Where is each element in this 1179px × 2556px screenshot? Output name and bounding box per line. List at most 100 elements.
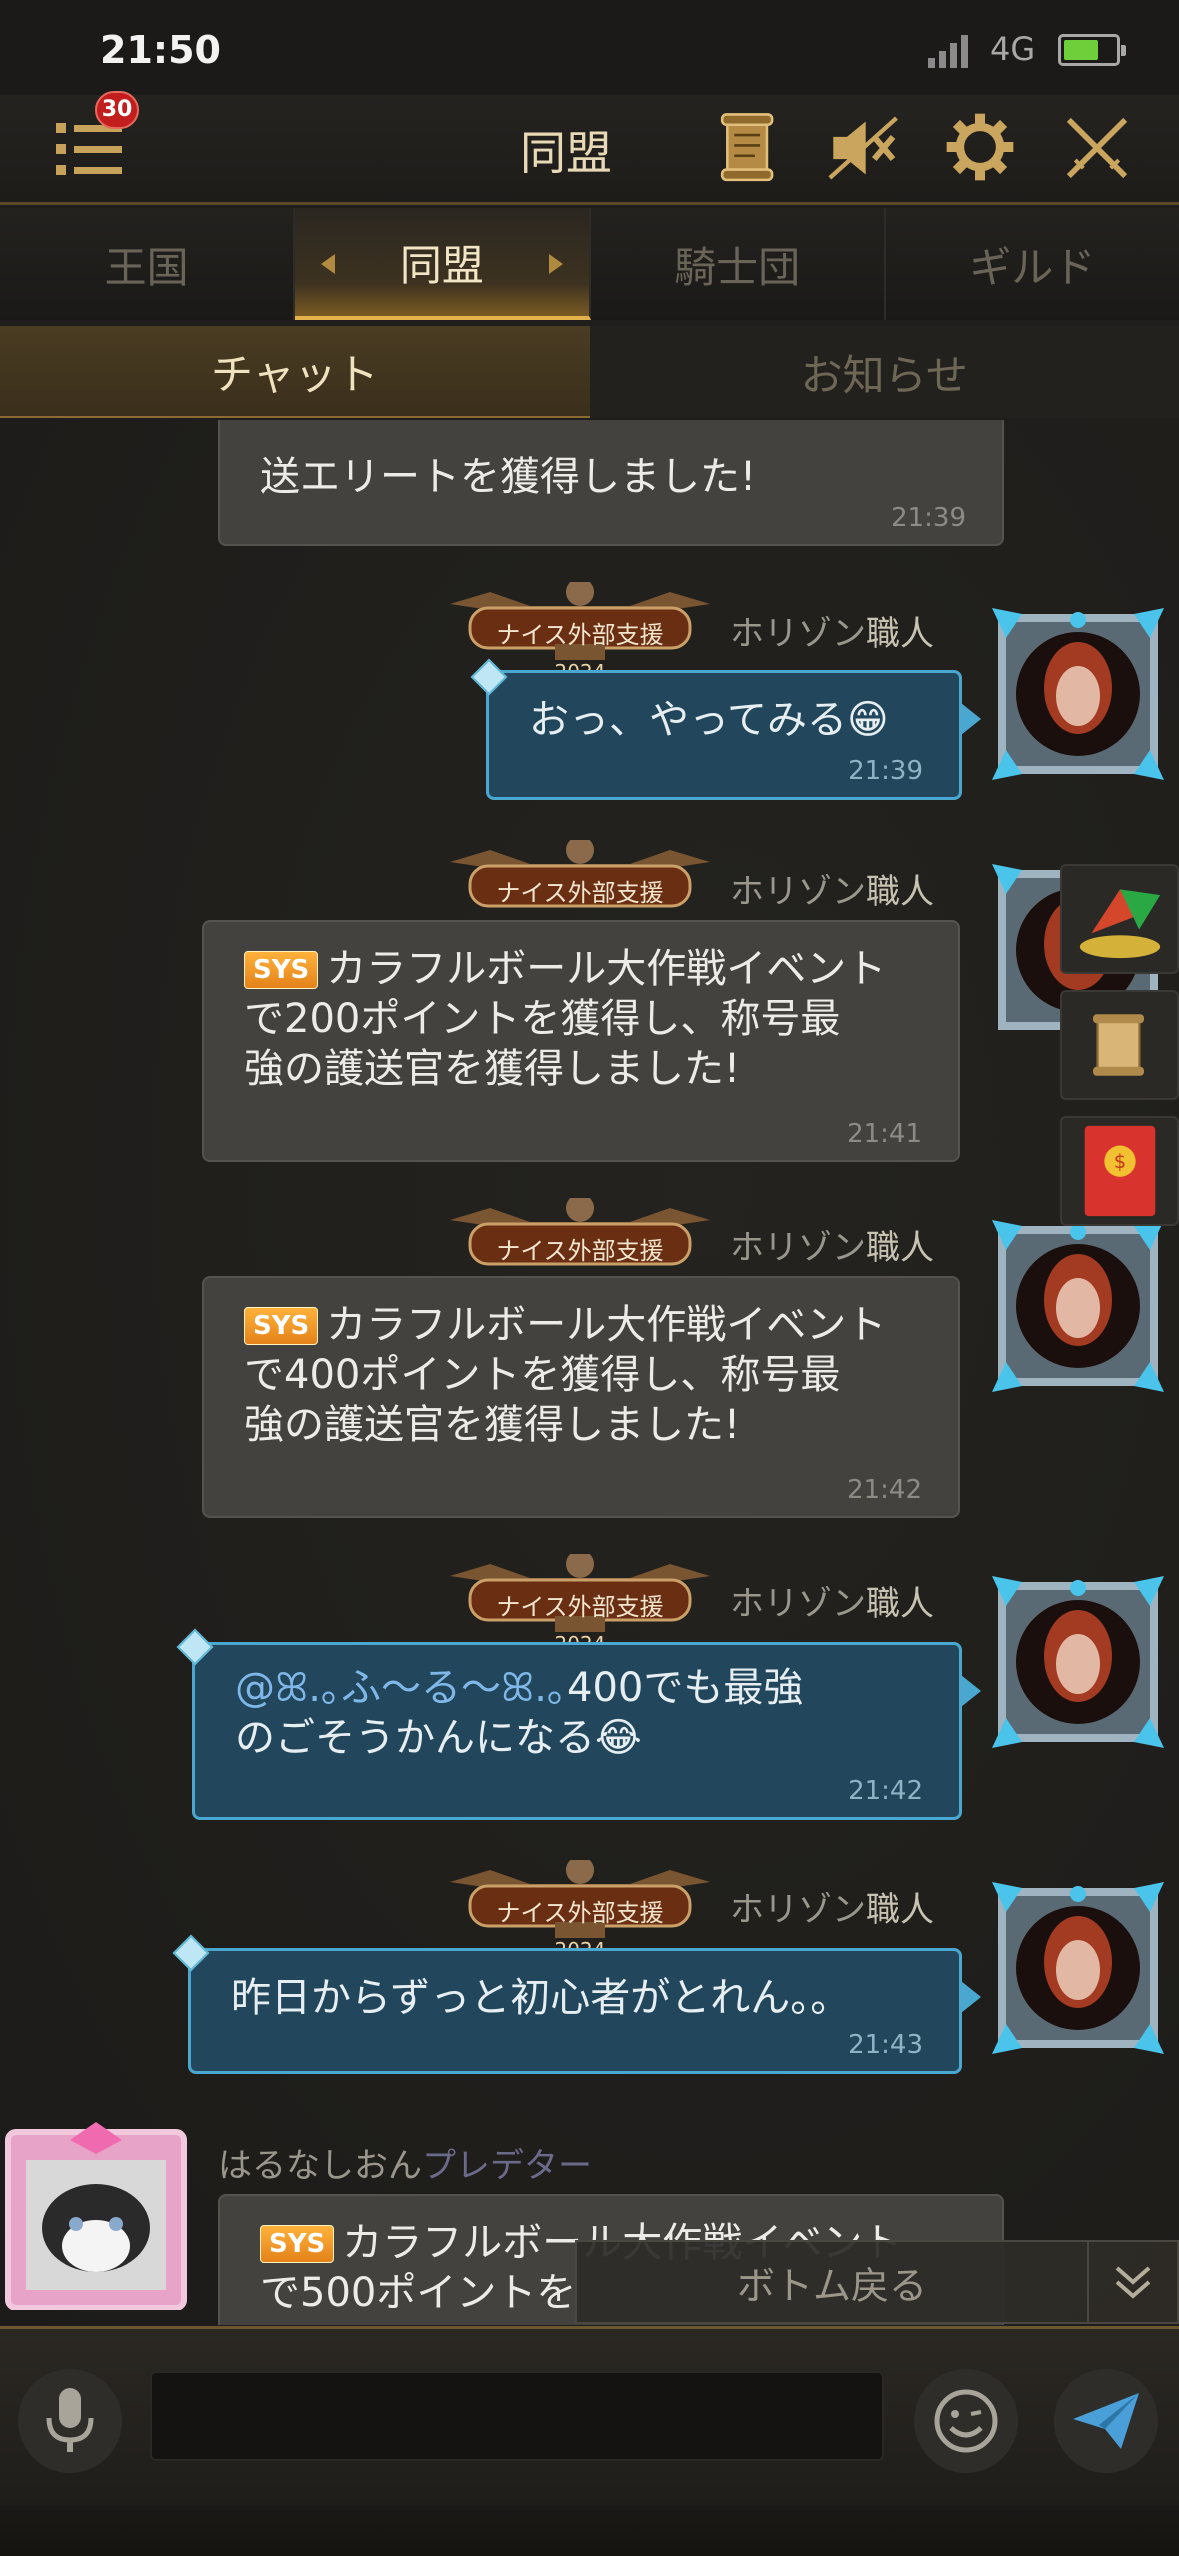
system-message: 送エリートを獲得しました! 21:39 — [218, 420, 1004, 546]
my-message[interactable]: おっ、やってみる😁 21:39 — [486, 670, 981, 800]
system-message: SYS カラフルボール大作戦イベント で400ポイントを獲得し、称号最 強の護送官… — [202, 1276, 960, 1518]
title-badge-label: ナイス外部支援 — [496, 1237, 664, 1265]
message-text: で400ポイントを獲得し、称号最 — [244, 1352, 841, 1398]
svg-text:$: $ — [1113, 1150, 1125, 1173]
tab-label: 騎士団 — [674, 242, 801, 292]
message-time: 21:42 — [847, 1475, 922, 1505]
chat-header: 同盟 — [0, 95, 1179, 205]
sys-tag: SYS — [244, 951, 319, 989]
title-badge-label: ナイス外部支援 — [496, 621, 664, 649]
status-bar: 21:50 4G — [0, 0, 1179, 95]
notification-badge: 30 — [95, 91, 139, 129]
subtab-notices[interactable]: お知らせ — [589, 326, 1179, 418]
sender-name: ホリゾン — [730, 1584, 866, 1624]
sender-name: ホリゾン — [730, 872, 866, 912]
message-text: 400でも最強 — [567, 1665, 804, 1711]
gear-icon[interactable] — [938, 105, 1022, 189]
tab-label: ギルド — [969, 242, 1096, 292]
tab-alliance[interactable]: 同盟 — [295, 208, 591, 320]
event-gift-icon[interactable] — [1060, 864, 1179, 974]
message-time: 21:43 — [848, 2030, 923, 2060]
sender-role: 職人 — [866, 1584, 934, 1624]
red-envelope-icon[interactable]: $ — [1060, 1116, 1179, 1226]
sender-name-row: ホリゾン職人 — [730, 606, 934, 655]
message-text: 送エリートを獲得しました! — [260, 454, 757, 500]
message-text: カラフルボール大作戦イベント — [326, 946, 887, 992]
sender-name-row: ホリゾン職人 — [730, 1576, 934, 1625]
mention[interactable]: @ꕤ.｡ふ～る～ꕤ.｡ — [235, 1665, 567, 1711]
sender-role: プレデター — [422, 2146, 592, 2186]
sender-role: 職人 — [866, 1890, 934, 1930]
scroll-icon[interactable] — [712, 107, 784, 189]
sender-role: 職人 — [866, 872, 934, 912]
network-label: 4G — [990, 30, 1036, 68]
tab-label: 同盟 — [399, 240, 484, 290]
sender-name: ホリゾン — [730, 1890, 866, 1930]
battery-icon — [1058, 34, 1126, 66]
message-text: のごそうかんになる😂 — [235, 1715, 642, 1761]
chat-message-list[interactable]: 送エリートを獲得しました! 21:39 ナイス外部支援 2024 ホリゾン職人 … — [0, 420, 1179, 2325]
message-text: 昨日からずっと初心者がとれん。。 — [231, 1975, 851, 2021]
status-time: 21:50 — [100, 28, 221, 72]
back-to-bottom-button[interactable]: ボトム戻る — [575, 2240, 1179, 2324]
chat-input-bar — [0, 2326, 1179, 2506]
sender-role: 職人 — [866, 614, 934, 654]
close-swords-icon[interactable] — [1056, 107, 1138, 189]
message-time: 21:41 — [847, 1119, 922, 1149]
message-line: SYSカラフルボール大作戦イベント — [244, 1300, 918, 1350]
avatar[interactable] — [992, 608, 1164, 780]
chat-text-input[interactable] — [150, 2371, 884, 2461]
title-badge-label: ナイス外部支援 — [496, 1899, 664, 1927]
bubble-tail — [961, 1675, 981, 1707]
tab-guild[interactable]: ギルド — [885, 208, 1179, 320]
sub-tabs: チャット お知らせ — [0, 326, 1179, 418]
double-chevron-down-icon[interactable] — [1087, 2240, 1177, 2324]
tab-label: 王国 — [104, 242, 189, 292]
bubble-tail — [961, 703, 981, 735]
message-line: SYSカラフルボール大作戦イベント — [244, 944, 918, 994]
message-line: @ꕤ.｡ふ～る～ꕤ.｡400でも最強 — [235, 1663, 919, 1713]
sender-name-row: ホリゾン職人 — [730, 1220, 934, 1269]
avatar[interactable] — [992, 1882, 1164, 2054]
sender-name: ホリゾン — [730, 1228, 866, 1268]
message-text: 強の護送官を獲得しました! — [244, 1402, 741, 1448]
sender-name: ホリゾン — [730, 614, 866, 654]
message-time: 21:39 — [891, 503, 966, 533]
scroll-reward-icon[interactable] — [1060, 990, 1179, 1100]
sys-tag: SYS — [244, 1307, 319, 1345]
message-text: で200ポイントを獲得し、称号最 — [244, 996, 841, 1042]
header-title: 同盟 — [520, 126, 612, 180]
sender-name: はるなしおん — [218, 2146, 422, 2186]
message-text: カラフルボール大作戦イベント — [326, 1302, 887, 1348]
footer-strip — [0, 2506, 1179, 2556]
sender-name-row: ホリゾン職人 — [730, 1882, 934, 1931]
arrow-right-icon — [548, 254, 563, 274]
sys-tag: SYS — [260, 2225, 335, 2263]
sender-name-row: ホリゾン職人 — [730, 864, 934, 913]
arrow-left-icon — [321, 254, 336, 274]
message-text: 強の護送官を獲得しました! — [244, 1046, 741, 1092]
tab-knights[interactable]: 騎士団 — [590, 208, 886, 320]
my-message[interactable]: @ꕤ.｡ふ～る～ꕤ.｡400でも最強 のごそうかんになる😂 21:42 — [192, 1642, 981, 1820]
message-time: 21:42 — [848, 1776, 923, 1806]
sender-role: 職人 — [866, 1228, 934, 1268]
send-icon[interactable] — [1054, 2369, 1158, 2473]
channel-tabs: 王国 同盟 騎士団 ギルド — [0, 208, 1179, 320]
my-message[interactable]: 昨日からずっと初心者がとれん。。 21:43 — [188, 1948, 981, 2074]
title-badge-label: ナイス外部支援 — [496, 1593, 664, 1621]
title-badge-label: ナイス外部支援 — [496, 879, 664, 907]
avatar[interactable] — [992, 1220, 1164, 1392]
mute-speaker-icon[interactable] — [822, 107, 906, 189]
bubble-tail — [961, 1981, 981, 2013]
avatar-cat[interactable] — [0, 2120, 190, 2310]
signal-icon — [928, 34, 968, 68]
subtab-chat[interactable]: チャット — [0, 326, 590, 418]
emoji-icon[interactable] — [914, 2369, 1018, 2473]
back-to-bottom-label: ボトム戻る — [736, 2263, 927, 2308]
system-message: SYS カラフルボール大作戦イベント で200ポイントを獲得し、称号最 強の護送官… — [202, 920, 960, 1162]
message-text: おっ、やってみる😁 — [529, 697, 889, 743]
tab-kingdom[interactable]: 王国 — [0, 208, 296, 320]
avatar[interactable] — [992, 1576, 1164, 1748]
microphone-icon[interactable] — [18, 2369, 122, 2473]
sender-name-row: はるなしおんプレデター — [218, 2138, 592, 2187]
